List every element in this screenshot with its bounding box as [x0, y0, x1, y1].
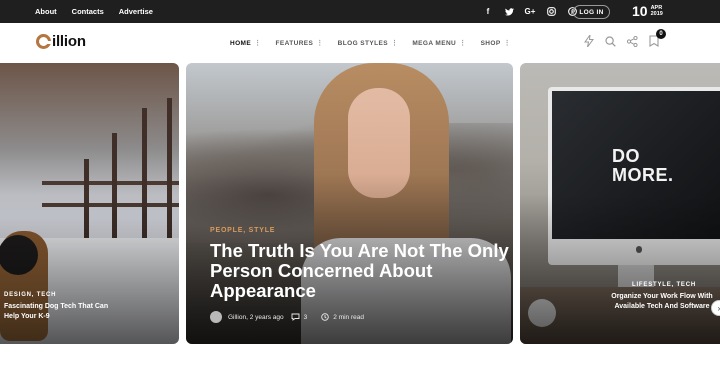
post-title[interactable]: The Truth Is You Are Not The Only Person… [210, 241, 510, 301]
post-category[interactable]: LIFESTYLE, TECH [632, 282, 696, 288]
comment-icon [291, 313, 300, 321]
post-card-right[interactable]: DO MORE. LIFESTYLE, TECH Organize Your W… [520, 63, 720, 344]
nav-item-mega-menu[interactable]: MEGA MENU ⋮ [412, 39, 467, 48]
main-nav: HOME ⋮ FEATURES ⋮ BLOG STYLES ⋮ MEGA MEN… [230, 23, 511, 63]
date-month-year: APR 2019 [651, 5, 663, 17]
read-time: 2 min read [321, 313, 364, 321]
more-dots-icon: ⋮ [503, 40, 511, 47]
screen-text-line1: DO [612, 146, 640, 166]
author-avatar[interactable] [210, 311, 222, 323]
top-link-contacts[interactable]: Contacts [72, 7, 104, 16]
slider-next-button[interactable]: › [711, 300, 720, 316]
search-icon[interactable] [605, 35, 616, 47]
more-dots-icon: ⋮ [316, 40, 324, 47]
logo-text: illion [52, 33, 86, 50]
nav-item-features[interactable]: FEATURES ⋮ [275, 39, 324, 48]
top-links: About Contacts Advertise [35, 0, 153, 23]
more-dots-icon: ⋮ [459, 40, 467, 47]
fence-rail [42, 181, 179, 185]
social-links: f G+ [482, 0, 578, 23]
cart-icon[interactable]: 0 [649, 29, 666, 47]
instagram-icon[interactable] [545, 7, 557, 16]
post-author[interactable]: Gillion [228, 314, 246, 321]
top-link-about[interactable]: About [35, 7, 57, 16]
screen-text: DO MORE. [612, 147, 674, 185]
date-day: 10 [632, 3, 648, 19]
post-title[interactable]: Fascinating Dog Tech That Can Help Your … [4, 302, 124, 322]
post-title[interactable]: Organize Your Work Flow With Available T… [602, 292, 720, 312]
post-date: 2 years ago [249, 313, 284, 321]
post-category[interactable]: PEOPLE, STYLE [210, 227, 275, 234]
more-dots-icon: ⋮ [254, 40, 262, 47]
logo-mark-icon [36, 34, 51, 49]
nav-item-home[interactable]: HOME ⋮ [230, 39, 262, 48]
clock-icon [321, 313, 330, 321]
cart-count-badge: 0 [656, 29, 666, 39]
top-bar: About Contacts Advertise f G+ LOG IN 10 … [0, 0, 720, 23]
nav-label: FEATURES [275, 39, 314, 47]
date-display: 10 APR 2019 [632, 3, 663, 19]
twitter-icon[interactable] [503, 7, 515, 16]
nav-item-shop[interactable]: SHOP ⋮ [480, 39, 511, 48]
main-header: illion HOME ⋮ FEATURES ⋮ BLOG STYLES ⋮ M… [0, 23, 720, 63]
login-button[interactable]: LOG IN [573, 5, 610, 19]
post-category[interactable]: DESIGN, TECH [4, 292, 56, 298]
facebook-icon[interactable]: f [482, 7, 494, 16]
flash-icon[interactable] [584, 35, 594, 47]
nav-item-blog-styles[interactable]: BLOG STYLES ⋮ [337, 39, 399, 48]
more-dots-icon: ⋮ [390, 40, 399, 47]
share-icon[interactable] [627, 35, 638, 47]
top-link-advertise[interactable]: Advertise [119, 7, 153, 16]
comments-link[interactable]: 3 [291, 313, 308, 321]
comment-count: 3 [303, 313, 308, 321]
read-time-label: 2 min read [333, 313, 364, 321]
nav-label: BLOG STYLES [337, 39, 388, 47]
nav-label: SHOP [480, 39, 501, 47]
header-icons: 0 [584, 29, 666, 47]
google-plus-icon[interactable]: G+ [524, 7, 536, 16]
post-card-left[interactable]: DESIGN, TECH Fascinating Dog Tech That C… [0, 63, 179, 344]
site-logo[interactable]: illion [36, 33, 86, 50]
date-year: 2019 [650, 11, 663, 17]
nav-label: MEGA MENU [412, 39, 457, 47]
post-meta: Gillion , 2 years ago 3 2 min read [210, 311, 371, 323]
nav-label: HOME [230, 39, 252, 47]
screen-text-line2: MORE. [612, 165, 674, 185]
post-card-featured[interactable]: PEOPLE, STYLE The Truth Is You Are Not T… [186, 63, 513, 344]
image-overlay [520, 194, 720, 344]
